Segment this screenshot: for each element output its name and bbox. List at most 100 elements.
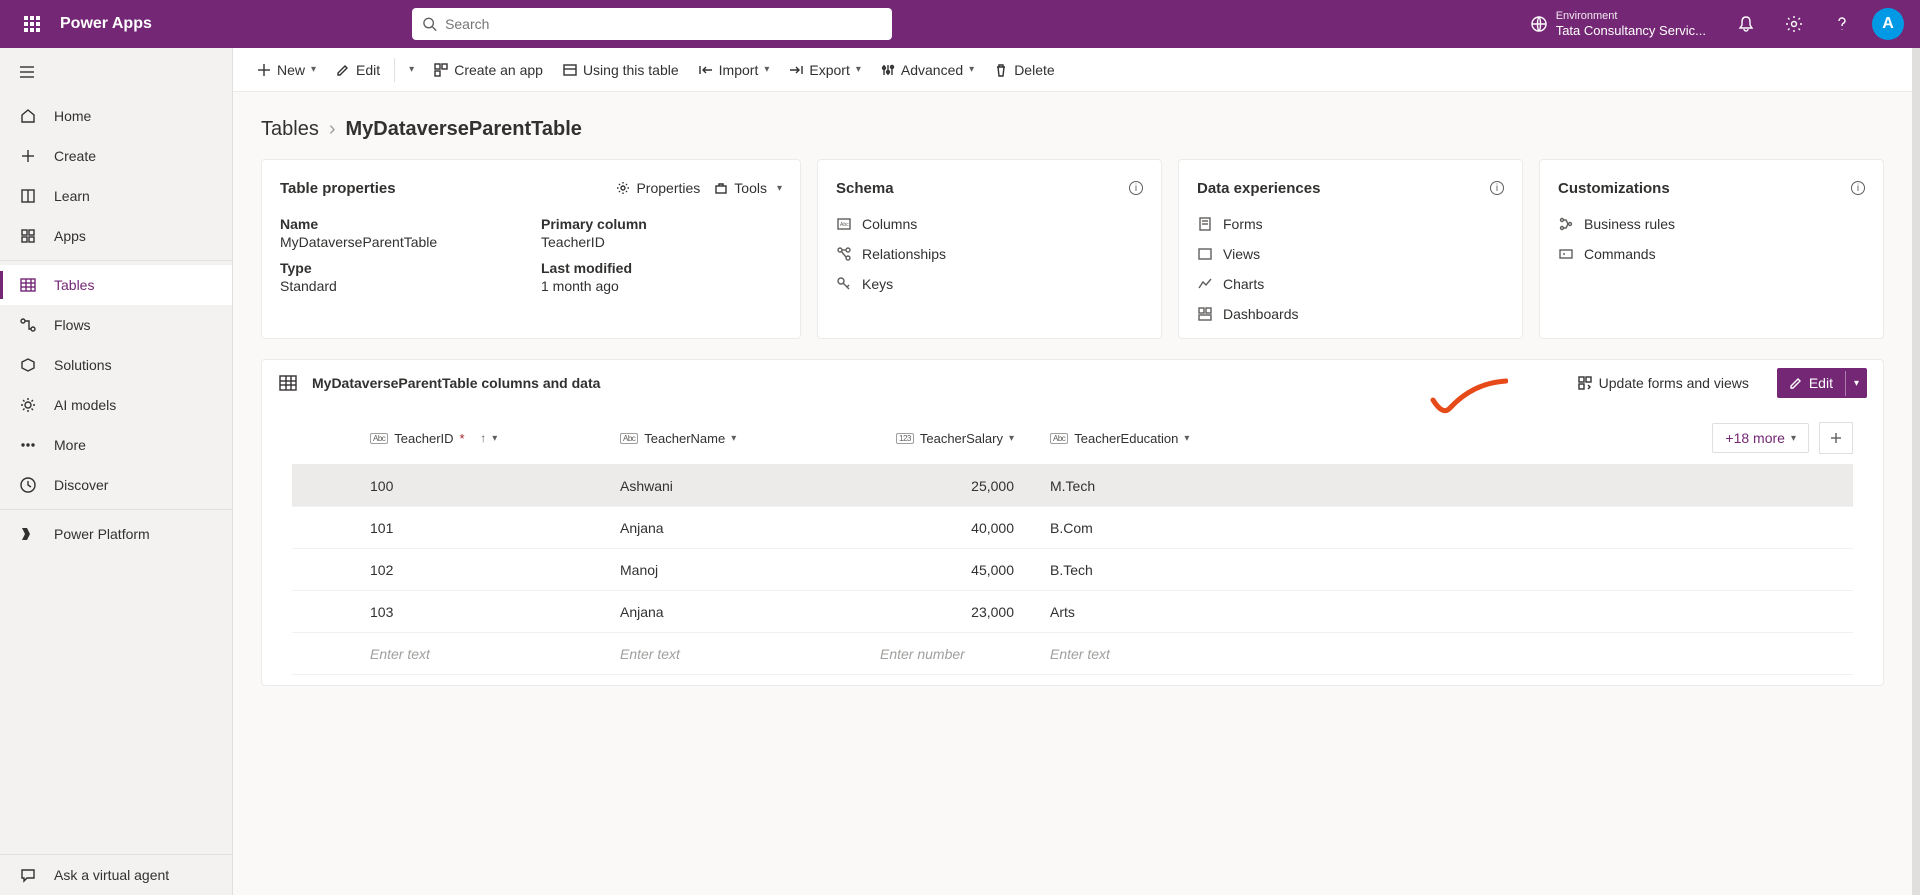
nav-collapse-button[interactable]: [0, 48, 232, 96]
toolbar-new[interactable]: New▾: [249, 56, 324, 84]
column-header-teacher-id[interactable]: AbcTeacherID* ↑▾: [362, 427, 612, 450]
toolbar-using-table[interactable]: Using this table: [555, 56, 687, 84]
toolbar-edit-dropdown[interactable]: ▾: [401, 58, 422, 81]
data-charts-link[interactable]: Charts: [1197, 276, 1504, 292]
apps-icon: [18, 226, 38, 246]
nav-label: Flows: [54, 317, 91, 333]
nav-discover[interactable]: Discover: [0, 465, 232, 505]
more-columns-button[interactable]: +18 more▾: [1712, 423, 1809, 453]
card-title: Data experiences: [1197, 180, 1320, 197]
delete-icon: [994, 63, 1008, 77]
toolbar-edit[interactable]: Edit: [328, 56, 388, 84]
cell-teacher-name[interactable]: Anjana: [612, 520, 872, 536]
toolbar-import[interactable]: Import▾: [691, 56, 778, 84]
toolbar-create-app[interactable]: Create an app: [426, 56, 551, 84]
properties-link[interactable]: Properties: [616, 180, 700, 196]
edit-icon: [336, 63, 350, 77]
cell-teacher-education[interactable]: B.Com: [1042, 520, 1292, 536]
plus-icon: [257, 63, 271, 77]
cell-teacher-id[interactable]: 103: [362, 604, 612, 620]
custom-commands-link[interactable]: Commands: [1558, 246, 1865, 262]
info-icon[interactable]: i: [1851, 181, 1865, 195]
new-cell-number[interactable]: Enter number: [872, 646, 1022, 662]
prop-type-label: Type: [280, 260, 521, 276]
cell-teacher-salary[interactable]: 25,000: [872, 478, 1022, 494]
data-forms-link[interactable]: Forms: [1197, 216, 1504, 232]
chevron-down-icon: ▾: [969, 64, 974, 75]
cell-teacher-name[interactable]: Ashwani: [612, 478, 872, 494]
book-icon: [18, 186, 38, 206]
cell-teacher-salary[interactable]: 45,000: [872, 562, 1022, 578]
search-box[interactable]: [412, 8, 892, 40]
breadcrumb-root[interactable]: Tables: [261, 118, 319, 141]
chevron-down-icon: ▾: [731, 433, 736, 444]
cell-teacher-salary[interactable]: 23,000: [872, 604, 1022, 620]
notifications-icon[interactable]: [1724, 0, 1768, 48]
schema-columns-link[interactable]: AbcColumns: [836, 216, 1143, 232]
nav-power-platform[interactable]: Power Platform: [0, 514, 232, 554]
cell-teacher-id[interactable]: 100: [362, 478, 612, 494]
nav-label: Ask a virtual agent: [54, 867, 169, 883]
cell-teacher-id[interactable]: 101: [362, 520, 612, 536]
solutions-icon: [18, 355, 38, 375]
cell-teacher-education[interactable]: B.Tech: [1042, 562, 1292, 578]
nav-more[interactable]: More: [0, 425, 232, 465]
new-row[interactable]: Enter text Enter text Enter number Enter…: [292, 633, 1853, 675]
column-header-teacher-education[interactable]: AbcTeacherEducation▾: [1042, 427, 1292, 450]
platform-icon: [18, 524, 38, 544]
nav-solutions[interactable]: Solutions: [0, 345, 232, 385]
toolbox-icon: [714, 181, 728, 195]
table-row[interactable]: 100 Ashwani 25,000 M.Tech: [292, 465, 1853, 507]
toolbar-advanced[interactable]: Advanced▾: [873, 56, 982, 84]
nav-label: Power Platform: [54, 526, 150, 542]
nav-create[interactable]: Create: [0, 136, 232, 176]
column-header-teacher-salary[interactable]: 123TeacherSalary▾: [872, 427, 1022, 450]
column-header-teacher-name[interactable]: AbcTeacherName▾: [612, 427, 872, 450]
data-dashboards-link[interactable]: Dashboards: [1197, 306, 1504, 322]
cell-teacher-education[interactable]: M.Tech: [1042, 478, 1292, 494]
nav-apps[interactable]: Apps: [0, 216, 232, 256]
edit-button[interactable]: Edit: [1777, 368, 1845, 398]
update-forms-views-link[interactable]: Update forms and views: [1577, 375, 1749, 391]
schema-keys-link[interactable]: Keys: [836, 276, 1143, 292]
info-icon[interactable]: i: [1490, 181, 1504, 195]
settings-icon[interactable]: [1772, 0, 1816, 48]
tools-link[interactable]: Tools▾: [714, 180, 782, 196]
table-row[interactable]: 103 Anjana 23,000 Arts: [292, 591, 1853, 633]
new-cell-text[interactable]: Enter text: [612, 646, 872, 662]
custom-business-rules-link[interactable]: Business rules: [1558, 216, 1865, 232]
toolbar-export[interactable]: Export▾: [781, 56, 869, 84]
nav-tables[interactable]: Tables: [0, 265, 232, 305]
search-input[interactable]: [445, 16, 882, 32]
add-column-button[interactable]: [1819, 422, 1853, 454]
new-cell-text[interactable]: Enter text: [1042, 646, 1292, 662]
cell-teacher-name[interactable]: Anjana: [612, 604, 872, 620]
schema-relationships-link[interactable]: Relationships: [836, 246, 1143, 262]
data-views-link[interactable]: Views: [1197, 246, 1504, 262]
chevron-down-icon: ▾: [856, 64, 861, 75]
edit-dropdown[interactable]: ▾: [1845, 371, 1867, 396]
cell-teacher-education[interactable]: Arts: [1042, 604, 1292, 620]
cell-teacher-name[interactable]: Manoj: [612, 562, 872, 578]
info-icon[interactable]: i: [1129, 181, 1143, 195]
toolbar-label: Create an app: [454, 62, 543, 78]
table-row[interactable]: 102 Manoj 45,000 B.Tech: [292, 549, 1853, 591]
nav-label: Solutions: [54, 357, 112, 373]
toolbar-label: Delete: [1014, 62, 1054, 78]
help-icon[interactable]: [1820, 0, 1864, 48]
toolbar-delete[interactable]: Delete: [986, 56, 1062, 84]
nav-flows[interactable]: Flows: [0, 305, 232, 345]
table-row[interactable]: 101 Anjana 40,000 B.Com: [292, 507, 1853, 549]
nav-ask-agent[interactable]: Ask a virtual agent: [0, 855, 232, 895]
environment-picker[interactable]: Environment Tata Consultancy Servic...: [1516, 10, 1720, 38]
nav-home[interactable]: Home: [0, 96, 232, 136]
nav-learn[interactable]: Learn: [0, 176, 232, 216]
card-title: Customizations: [1558, 180, 1670, 197]
user-avatar[interactable]: A: [1872, 8, 1904, 40]
cell-teacher-id[interactable]: 102: [362, 562, 612, 578]
app-launcher-icon[interactable]: [8, 0, 56, 48]
prop-name-label: Name: [280, 216, 521, 232]
nav-ai-models[interactable]: AI models: [0, 385, 232, 425]
cell-teacher-salary[interactable]: 40,000: [872, 520, 1022, 536]
new-cell-text[interactable]: Enter text: [362, 646, 612, 662]
